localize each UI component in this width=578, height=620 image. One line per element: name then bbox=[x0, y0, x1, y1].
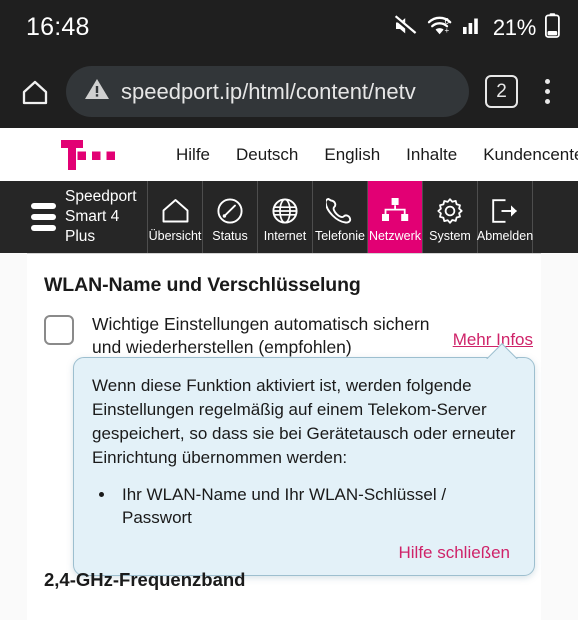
tab-count-button[interactable]: 2 bbox=[485, 75, 518, 108]
nav-label-uebersicht: Übersicht bbox=[148, 229, 202, 243]
network-icon bbox=[381, 194, 409, 227]
url-bar[interactable]: speedport.ip/html/content/netv bbox=[66, 66, 469, 117]
nav-item-status[interactable]: Status bbox=[203, 181, 258, 253]
nav-item-netzwerk[interactable]: Netzwerk bbox=[368, 181, 423, 253]
tooltip-arrow bbox=[486, 342, 518, 359]
nav-label-netzwerk: Netzwerk bbox=[368, 229, 422, 243]
nav-label-status: Status bbox=[212, 229, 248, 243]
frequency-band-title: 2,4-GHz-Frequenzband bbox=[44, 569, 246, 590]
auto-backup-label-line2: und wiederherstellen (empfohlen) bbox=[92, 337, 352, 358]
speedometer-icon bbox=[216, 194, 244, 227]
nav-item-internet[interactable]: Internet bbox=[258, 181, 313, 253]
hamburger-icon[interactable] bbox=[31, 203, 56, 231]
header-links: Hilfe Deutsch English Inhalte Kundencent… bbox=[176, 145, 578, 165]
tooltip-body-text: Wenn diese Funktion aktiviert ist, werde… bbox=[92, 376, 516, 468]
globe-icon bbox=[271, 194, 299, 227]
nav-empty-space bbox=[533, 181, 578, 253]
help-tooltip: Wenn diese Funktion aktiviert ist, werde… bbox=[73, 357, 535, 577]
nav-label-internet: Internet bbox=[263, 229, 307, 243]
header-link-hilfe[interactable]: Hilfe bbox=[176, 145, 210, 165]
site-header: Hilfe Deutsch English Inhalte Kundencent… bbox=[0, 128, 578, 181]
brand-line-2: Smart 4 Plus bbox=[65, 208, 120, 245]
svg-text:6: 6 bbox=[444, 17, 449, 26]
wifi-icon: 6 + bbox=[427, 15, 453, 41]
telekom-logo bbox=[58, 138, 134, 172]
logout-icon bbox=[491, 194, 519, 227]
nav-item-uebersicht[interactable]: Übersicht bbox=[148, 181, 203, 253]
battery-percent-label: 21% bbox=[492, 14, 536, 40]
nav-label-telefonie: Telefonie bbox=[314, 229, 366, 243]
auto-backup-label: Wichtige Einstellungen automatisch siche… bbox=[92, 313, 435, 360]
nav-item-abmelden[interactable]: Abmelden bbox=[476, 181, 534, 253]
tooltip-bullet-item: Ihr WLAN-Name und Ihr WLAN-Schlüssel / P… bbox=[116, 483, 516, 531]
brand-line-1: Speedport bbox=[65, 188, 137, 206]
mute-icon bbox=[393, 14, 418, 41]
svg-text:+: + bbox=[444, 26, 449, 35]
url-text: speedport.ip/html/content/netv bbox=[121, 78, 416, 104]
header-link-english[interactable]: English bbox=[324, 145, 380, 165]
header-link-deutsch[interactable]: Deutsch bbox=[236, 145, 298, 165]
status-clock: 16:48 bbox=[26, 13, 90, 41]
nav-item-system[interactable]: System bbox=[423, 181, 478, 253]
close-help-link[interactable]: Hilfe schließen bbox=[92, 543, 511, 563]
nav-label-system: System bbox=[429, 229, 471, 243]
nav-item-telefonie[interactable]: Telefonie bbox=[313, 181, 368, 253]
battery-icon bbox=[544, 12, 560, 43]
product-navigation: Speedport Smart 4 Plus Übersicht Status bbox=[0, 181, 578, 253]
home-icon[interactable] bbox=[14, 71, 56, 113]
status-icon-group: 6 + 21% bbox=[393, 12, 560, 43]
warning-triangle-icon[interactable] bbox=[84, 77, 110, 106]
browser-toolbar: speedport.ip/html/content/netv 2 bbox=[0, 55, 578, 128]
house-icon bbox=[161, 194, 190, 227]
phone-icon bbox=[326, 194, 354, 227]
nav-label-abmelden: Abmelden bbox=[476, 229, 534, 243]
header-link-inhalte[interactable]: Inhalte bbox=[406, 145, 457, 165]
kebab-menu-icon[interactable] bbox=[530, 72, 564, 112]
auto-backup-checkbox[interactable] bbox=[44, 315, 74, 345]
android-status-bar: 16:48 6 + 21% bbox=[0, 0, 578, 55]
auto-backup-label-line1: Wichtige Einstellungen automatisch siche… bbox=[92, 314, 430, 334]
page-title: WLAN-Name und Verschlüsselung bbox=[44, 274, 361, 296]
brand-menu-button[interactable]: Speedport Smart 4 Plus bbox=[0, 181, 148, 253]
signal-icon bbox=[462, 15, 482, 40]
brand-label: Speedport Smart 4 Plus bbox=[65, 187, 147, 246]
gear-icon bbox=[436, 194, 464, 227]
auto-backup-option-row: Wichtige Einstellungen automatisch siche… bbox=[27, 297, 541, 360]
page-content: WLAN-Name und Verschlüsselung Wichtige E… bbox=[0, 253, 578, 620]
settings-card: WLAN-Name und Verschlüsselung Wichtige E… bbox=[27, 253, 541, 620]
header-link-kundencenter[interactable]: Kundencenter bbox=[483, 145, 578, 165]
tooltip-bullet-list: Ihr WLAN-Name und Ihr WLAN-Schlüssel / P… bbox=[116, 483, 516, 531]
